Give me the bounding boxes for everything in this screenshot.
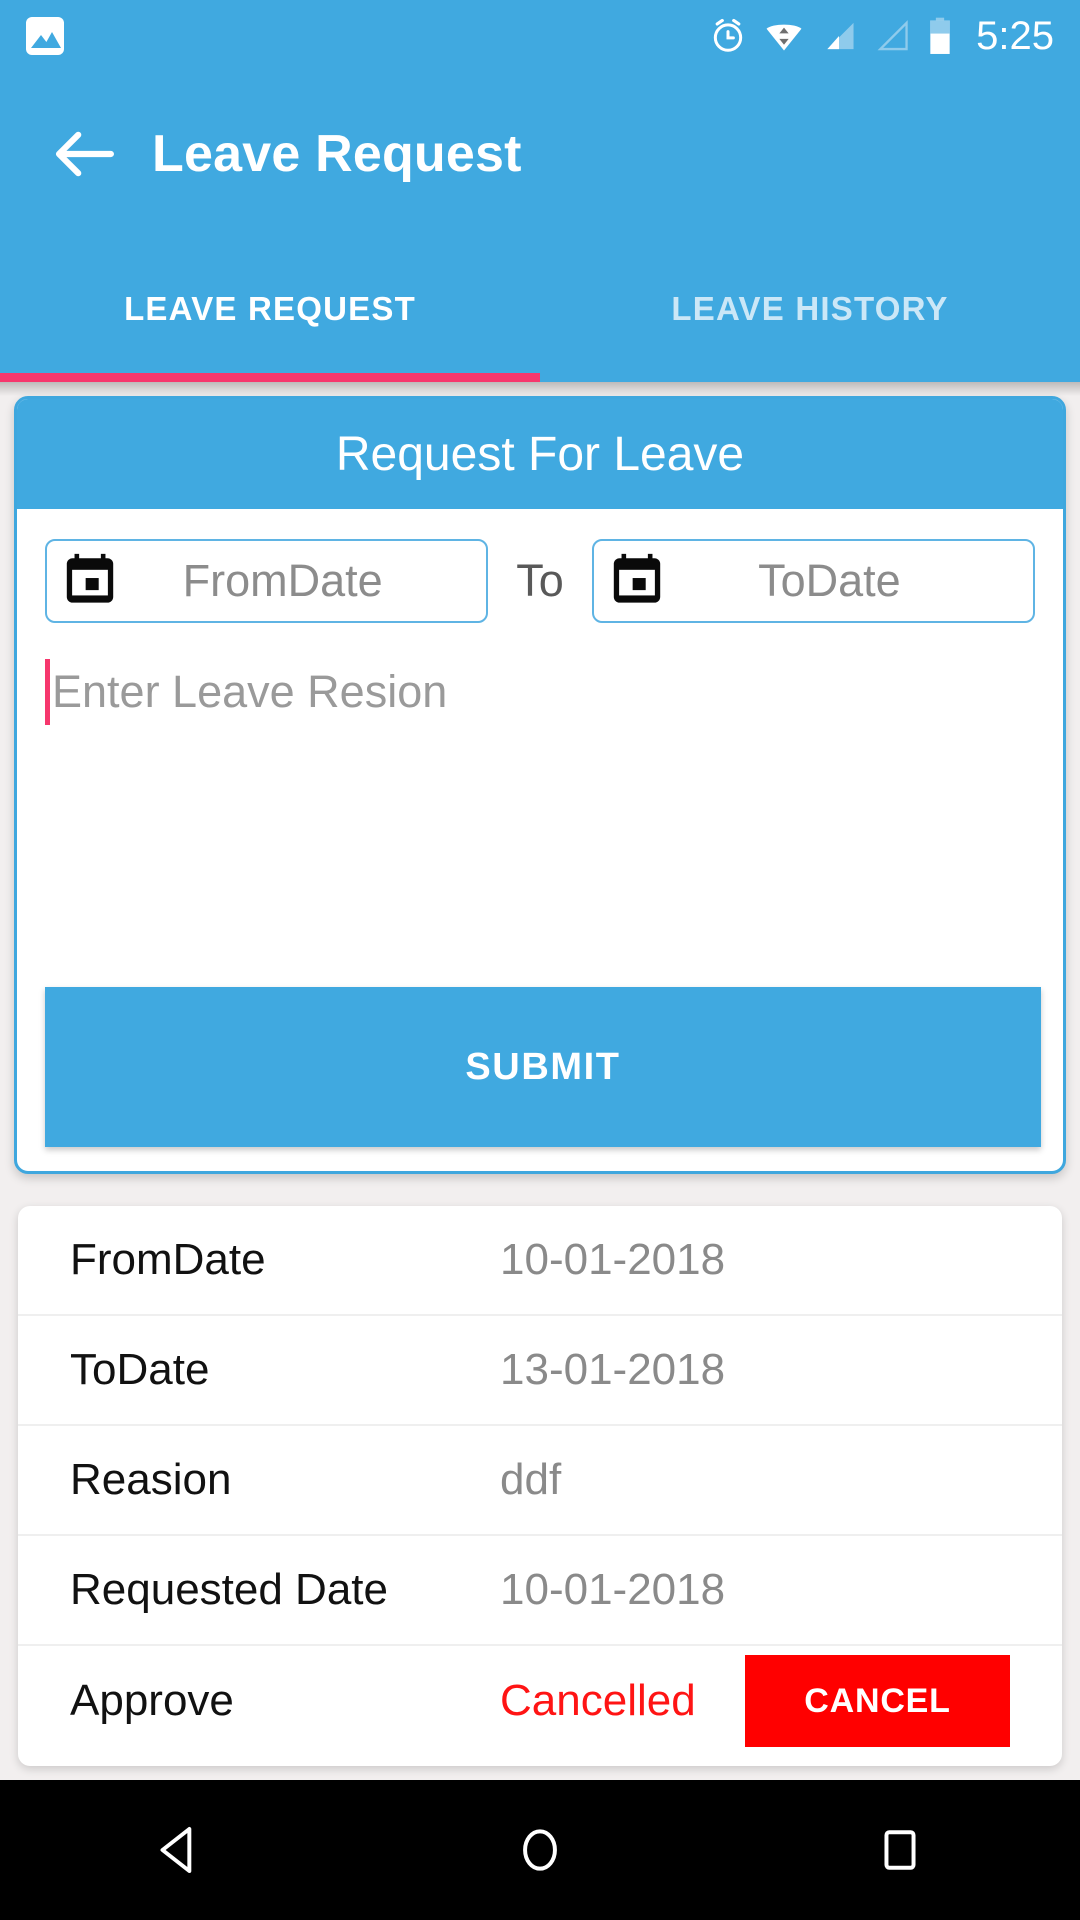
form-body: FromDate To ToDate Enter Leave Resion SU… <box>17 509 1063 1171</box>
cancel-button-label: CANCEL <box>804 1681 951 1720</box>
phone-screen: 5:25 Leave Request LEAVE REQUEST LEAVE H… <box>0 0 1080 1920</box>
tab-bar: LEAVE REQUEST LEAVE HISTORY <box>0 236 1080 382</box>
row-value: 10-01-2018 <box>500 1565 726 1614</box>
to-date-placeholder: ToDate <box>758 555 901 606</box>
table-row: Reasion ddf <box>18 1426 1062 1536</box>
table-row: FromDate 10-01-2018 <box>18 1206 1062 1316</box>
row-label: Requested Date <box>70 1565 388 1614</box>
android-navigation-bar <box>0 1780 1080 1920</box>
status-bar: 5:25 <box>0 0 1080 72</box>
leave-reason-input[interactable]: Enter Leave Resion <box>45 659 1035 729</box>
calendar-icon <box>61 550 119 613</box>
date-range-row: FromDate To ToDate <box>45 539 1035 623</box>
calendar-icon <box>608 550 666 613</box>
form-header: Request For Leave <box>17 399 1063 509</box>
page-title: Leave Request <box>152 125 522 183</box>
from-date-field[interactable]: FromDate <box>45 539 489 623</box>
row-value: ddf <box>500 1455 562 1504</box>
tab-bar-shadow <box>0 382 1080 396</box>
tab-active-indicator <box>0 373 540 382</box>
submit-button-label: SUBMIT <box>465 1045 621 1088</box>
tab-leave-request-label: LEAVE REQUEST <box>124 290 416 327</box>
signal-icon-secondary <box>874 20 910 52</box>
back-arrow-icon[interactable] <box>34 104 134 204</box>
row-value: 10-01-2018 <box>500 1235 726 1284</box>
nav-back-icon[interactable] <box>105 1780 255 1920</box>
nav-home-icon[interactable] <box>465 1780 615 1920</box>
approve-label: Approve <box>70 1676 234 1725</box>
nav-recents-icon[interactable] <box>825 1780 975 1920</box>
gallery-icon <box>26 17 64 55</box>
date-range-separator: To <box>516 555 564 606</box>
to-date-field[interactable]: ToDate <box>591 539 1035 623</box>
leave-detail-card: FromDate 10-01-2018 ToDate 13-01-2018 Re… <box>18 1206 1062 1766</box>
app-bar: Leave Request <box>0 72 1080 236</box>
wifi-icon <box>764 20 804 52</box>
table-row: Requested Date 10-01-2018 <box>18 1536 1062 1646</box>
row-value: 13-01-2018 <box>500 1345 726 1394</box>
signal-icon <box>821 20 857 52</box>
status-bar-system-icons: 5:25 <box>709 16 1080 56</box>
table-row: ToDate 13-01-2018 <box>18 1316 1062 1426</box>
cancel-button[interactable]: CANCEL <box>745 1655 1010 1747</box>
tab-leave-history-label: LEAVE HISTORY <box>671 290 949 327</box>
approve-row: Approve Cancelled CANCEL <box>18 1646 1062 1756</box>
tab-leave-request[interactable]: LEAVE REQUEST <box>0 236 540 382</box>
row-label: Reasion <box>70 1455 232 1504</box>
row-label: FromDate <box>70 1235 266 1284</box>
status-bar-notifications <box>0 17 64 55</box>
form-header-title: Request For Leave <box>335 427 745 481</box>
row-label: ToDate <box>70 1345 210 1394</box>
from-date-placeholder: FromDate <box>182 555 383 606</box>
status-badge: Cancelled <box>500 1676 696 1725</box>
submit-button[interactable]: SUBMIT <box>45 987 1041 1147</box>
battery-icon <box>927 17 953 55</box>
tab-leave-history[interactable]: LEAVE HISTORY <box>540 236 1080 382</box>
leave-reason-placeholder: Enter Leave Resion <box>52 666 448 717</box>
leave-request-form-card: Request For Leave FromDate To ToDate Ent… <box>14 396 1066 1174</box>
alarm-icon <box>709 17 747 55</box>
clock-time: 5:25 <box>976 14 1054 58</box>
